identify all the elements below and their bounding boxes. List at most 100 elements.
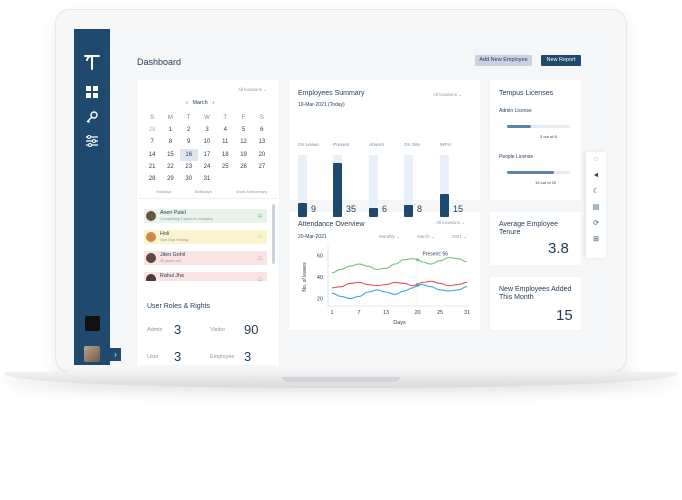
bar-value: 9 <box>311 204 317 214</box>
calendar-day[interactable]: 31 <box>198 173 216 185</box>
licenses-card: Tempus Licenses Admin License 3 out of 8… <box>490 80 581 200</box>
people-license-track <box>507 171 570 174</box>
next-month-icon[interactable]: › <box>212 100 214 106</box>
tenure-card: Average Employee Tenure 3.8 <box>490 212 581 265</box>
role-value: 3 <box>174 322 182 337</box>
calendar-day[interactable]: 12 <box>234 136 252 148</box>
legend-work-anniversary: Work Anniversary <box>236 189 268 194</box>
user-avatar[interactable] <box>84 346 100 362</box>
x-tick-label: 20 <box>414 310 420 316</box>
event-avatar <box>146 253 156 263</box>
calendar-day[interactable]: 28 <box>143 173 161 185</box>
bar[interactable] <box>404 204 413 217</box>
people-license-fill <box>507 171 555 174</box>
calendar-day[interactable]: 26 <box>234 161 252 173</box>
calendar-day[interactable]: 24 <box>198 161 216 173</box>
new-employees-title: New Employees Added This Month <box>499 286 572 301</box>
calendar-day[interactable]: 9 <box>180 136 198 148</box>
calendar-location-label: All locations <box>238 87 263 92</box>
role-label: Admin <box>147 327 163 333</box>
summary-date: 19-Mar-2021 (Today) <box>298 102 345 108</box>
new-report-button[interactable]: New Report <box>541 55 581 66</box>
sync-icon[interactable]: ⟳ <box>586 216 606 232</box>
calendar-day[interactable]: 28 <box>143 124 161 136</box>
x-tick-label: 1 <box>330 310 333 316</box>
calendar-day[interactable]: 27 <box>253 161 271 173</box>
key-icon[interactable] <box>85 110 99 124</box>
calendar-day[interactable]: 17 <box>198 149 216 161</box>
attendance-location-select[interactable]: All locations ⌄ <box>436 220 465 226</box>
bar-value: 35 <box>346 204 357 214</box>
series-line <box>331 280 468 289</box>
bar[interactable] <box>333 162 342 217</box>
calendar-empty <box>216 173 234 185</box>
calendar-day[interactable]: 8 <box>161 136 179 148</box>
bar-value: 8 <box>417 204 423 214</box>
role-value: 3 <box>174 349 182 364</box>
calendar-day[interactable]: 21 <box>143 161 161 173</box>
event-item[interactable]: Rahul Jha ♨ <box>144 272 267 281</box>
megaphone-icon[interactable]: ◄ <box>586 168 606 184</box>
legend-holidays: Holidays <box>156 189 172 194</box>
calendar-day[interactable]: 25 <box>216 161 234 173</box>
anniversary-icon: ♔ <box>256 213 263 220</box>
expand-sidebar-button[interactable]: › <box>110 348 121 361</box>
calendar-day[interactable]: 7 <box>143 136 161 148</box>
bar-label: Absent <box>369 143 384 148</box>
summary-location-select[interactable]: All locations ⌄ <box>433 92 462 98</box>
moon-icon[interactable]: ☾ <box>586 184 606 200</box>
settings-sliders-icon[interactable] <box>85 134 99 148</box>
event-item[interactable]: Aneri Patel Completing 2 years in compan… <box>144 209 267 223</box>
dashboard-icon[interactable] <box>85 85 99 99</box>
admin-license-count: 3 out of 8 <box>540 134 557 139</box>
period-select[interactable]: Monthly ⌄ <box>379 234 400 240</box>
bar[interactable] <box>440 193 449 217</box>
calendar-day[interactable]: 22 <box>161 161 179 173</box>
bar-value: 6 <box>382 204 388 214</box>
calendar-day[interactable]: 29 <box>161 173 179 185</box>
event-title: Aneri Patel <box>160 210 186 216</box>
event-item[interactable]: Jiten Gohil 30 years old ♨ <box>144 251 267 265</box>
right-toolbar: ◌ ◄ ☾ ▤ ⟳ ⊞ <box>586 152 606 258</box>
calendar-day[interactable]: 20 <box>253 149 271 161</box>
calendar-day[interactable]: 15 <box>161 149 179 161</box>
book-icon[interactable]: ▤ <box>586 200 606 216</box>
bar[interactable] <box>298 203 307 217</box>
calendar-day[interactable]: 2 <box>180 124 198 136</box>
calendar-day[interactable]: 16 <box>179 148 198 161</box>
calendar-day[interactable]: 1 <box>161 124 179 136</box>
bar-track <box>369 155 378 217</box>
weekday-label: T <box>223 115 228 121</box>
calendar-day[interactable]: 10 <box>198 136 216 148</box>
year-select[interactable]: 2021 ⌄ <box>452 234 467 240</box>
calendar-day[interactable]: 23 <box>180 161 198 173</box>
translate-icon[interactable]: ⊞ <box>586 232 606 248</box>
add-new-employee-button[interactable]: Add New Employee <box>475 55 532 66</box>
attendance-chart: 20 40 60 1 7 13 20 25 31 Days No. of leaves Present… <box>302 246 470 326</box>
events-scrollbar[interactable] <box>272 204 275 264</box>
calendar-location-select[interactable]: All locations ⌄ <box>238 87 267 93</box>
divider <box>139 198 277 199</box>
calendar-day[interactable]: 11 <box>216 136 234 148</box>
calendar-day[interactable]: 14 <box>143 149 161 161</box>
calendar-day[interactable]: 30 <box>180 173 198 185</box>
calendar-day[interactable]: 6 <box>253 124 271 136</box>
calendar-day[interactable]: 13 <box>253 136 271 148</box>
tempus-logo[interactable] <box>83 53 101 71</box>
company-logo[interactable] <box>85 316 100 331</box>
calendar-day[interactable]: 5 <box>234 124 252 136</box>
calendar-day[interactable]: 18 <box>216 149 234 161</box>
year-label: 2021 <box>452 234 463 239</box>
bar[interactable] <box>369 207 378 217</box>
calendar-day[interactable]: 3 <box>198 124 216 136</box>
page-title: Dashboard <box>137 57 182 67</box>
calendar-empty <box>253 173 271 185</box>
calendar-day[interactable]: 19 <box>234 149 252 161</box>
prev-month-icon[interactable]: ‹ <box>186 100 188 106</box>
month-select[interactable]: March ⌄ <box>417 234 435 240</box>
birthday-icon: ♨ <box>256 255 263 262</box>
chat-icon[interactable]: ◌ <box>586 152 606 168</box>
event-item[interactable]: Holi One Day Holiday ☼ <box>144 230 267 244</box>
calendar-day[interactable]: 4 <box>216 124 234 136</box>
month-switcher: ‹ March › <box>186 100 214 106</box>
